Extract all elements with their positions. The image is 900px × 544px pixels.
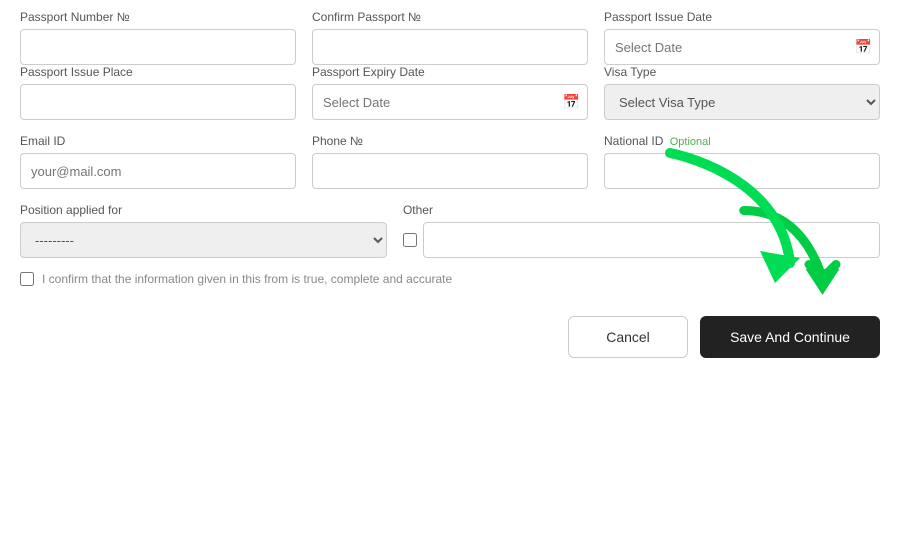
national-id-group: National ID Optional xyxy=(604,134,880,189)
email-group: Email ID xyxy=(20,134,296,189)
other-label: Other xyxy=(403,203,880,217)
phone-label: Phone № xyxy=(312,134,588,148)
email-label: Email ID xyxy=(20,134,296,148)
email-input[interactable] xyxy=(20,153,296,189)
visa-type-group: Visa Type Select Visa Type xyxy=(604,65,880,120)
position-label: Position applied for xyxy=(20,203,387,217)
save-continue-button[interactable]: Save And Continue xyxy=(700,316,880,358)
passport-issue-date-wrapper: 📅 xyxy=(604,29,880,65)
passport-issue-date-group: Passport Issue Date 📅 xyxy=(604,10,880,65)
other-text-input[interactable] xyxy=(423,222,880,258)
passport-issue-place-label: Passport Issue Place xyxy=(20,65,296,79)
passport-expiry-date-label: Passport Expiry Date xyxy=(312,65,588,79)
bottom-buttons: Cancel Save And Continue xyxy=(20,316,880,358)
passport-number-input[interactable] xyxy=(20,29,296,65)
passport-issue-place-input[interactable] xyxy=(20,84,296,120)
confirm-checkbox[interactable] xyxy=(20,272,34,286)
passport-expiry-date-wrapper: 📅 xyxy=(312,84,588,120)
confirm-row: I confirm that the information given in … xyxy=(20,272,880,286)
visa-type-label: Visa Type xyxy=(604,65,880,79)
passport-number-label: Passport Number № xyxy=(20,10,296,24)
confirm-passport-label: Confirm Passport № xyxy=(312,10,588,24)
national-id-input[interactable] xyxy=(604,153,880,189)
other-input-row xyxy=(403,222,880,258)
confirm-label: I confirm that the information given in … xyxy=(42,272,452,286)
other-checkbox[interactable] xyxy=(403,233,417,247)
passport-issue-place-group: Passport Issue Place xyxy=(20,65,296,120)
passport-number-group: Passport Number № xyxy=(20,10,296,65)
phone-group: Phone № xyxy=(312,134,588,189)
phone-input[interactable] xyxy=(312,153,588,189)
contact-row: Email ID Phone № National ID Optional xyxy=(20,134,880,189)
other-group: Other xyxy=(403,203,880,258)
optional-badge: Optional xyxy=(670,136,711,148)
cancel-button[interactable]: Cancel xyxy=(568,316,688,358)
passport-row-2: Passport Issue Place Passport Expiry Dat… xyxy=(20,65,880,120)
national-id-label: National ID Optional xyxy=(604,134,880,148)
position-row: Position applied for --------- Other xyxy=(20,203,880,258)
passport-issue-date-label: Passport Issue Date xyxy=(604,10,880,24)
position-group: Position applied for --------- xyxy=(20,203,387,258)
passport-issue-date-input[interactable] xyxy=(604,29,880,65)
passport-expiry-date-group: Passport Expiry Date 📅 xyxy=(312,65,588,120)
page-wrapper: Passport Number № Confirm Passport № Pas… xyxy=(0,0,900,544)
confirm-passport-input[interactable] xyxy=(312,29,588,65)
confirm-passport-group: Confirm Passport № xyxy=(312,10,588,65)
visa-type-select[interactable]: Select Visa Type xyxy=(604,84,880,120)
passport-row-1: Passport Number № Confirm Passport № Pas… xyxy=(20,10,880,65)
passport-expiry-date-input[interactable] xyxy=(312,84,588,120)
position-select[interactable]: --------- xyxy=(20,222,387,258)
